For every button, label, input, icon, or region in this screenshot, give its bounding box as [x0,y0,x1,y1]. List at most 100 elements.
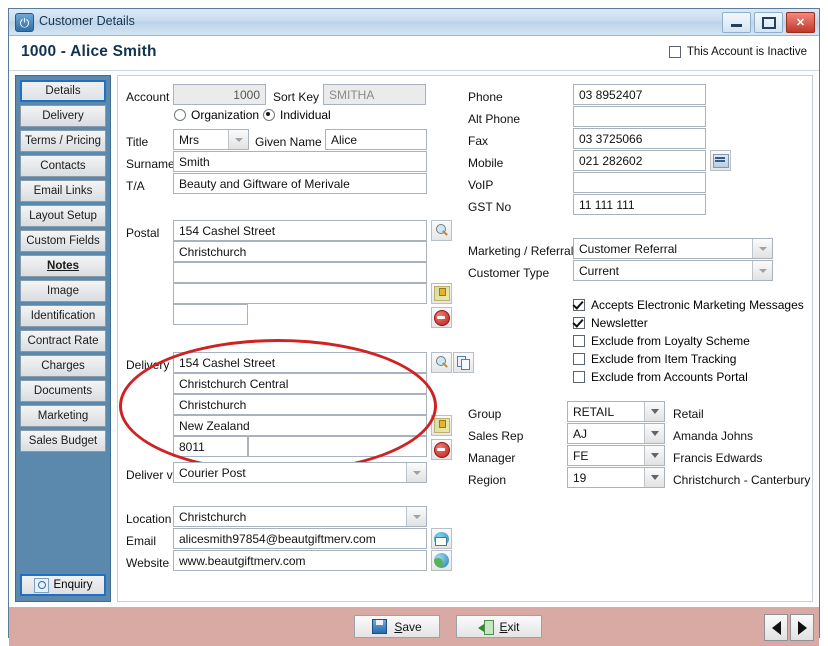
enquiry-button[interactable]: Enquiry [20,574,106,596]
manager-code: FE [573,449,589,463]
surname-label: Surname [126,157,175,171]
sidebar-item-email-links[interactable]: Email Links [20,180,106,202]
accepts-marketing-box[interactable] [573,299,585,311]
location-select[interactable]: Christchurch [173,506,427,527]
entity-type-individual[interactable]: Individual [263,108,331,122]
voip-input[interactable] [573,172,706,193]
delivery-postcode-input[interactable]: 8011 [173,436,248,457]
exclude-item-tracking-box[interactable] [573,353,585,365]
delivery-block-button[interactable] [431,439,452,460]
checkbox-exclude-accounts-portal[interactable]: Exclude from Accounts Portal [573,370,748,384]
manager-description: Francis Edwards [673,451,763,465]
sms-button[interactable] [710,150,731,171]
exit-button[interactable]: Exit [456,615,542,638]
region-select[interactable]: 19 [567,467,665,488]
sidebar-item-documents[interactable]: Documents [20,380,106,402]
delivery-line-1[interactable]: 154 Cashel Street [173,352,427,373]
sidebar-item-contract-rate[interactable]: Contract Rate [20,330,106,352]
postal-line-1[interactable]: 154 Cashel Street [173,220,427,241]
delivery-map-button[interactable] [431,415,452,436]
checkbox-exclude-loyalty[interactable]: Exclude from Loyalty Scheme [573,334,750,348]
chevron-down-icon[interactable] [406,507,426,526]
chevron-down-icon[interactable] [644,424,664,443]
inactive-checkbox-box[interactable] [668,46,681,58]
sidebar-item-notes[interactable]: Notes [20,255,106,277]
chevron-down-icon[interactable] [644,402,664,421]
delivery-line-4[interactable]: New Zealand [173,415,427,436]
delivery-copy-button[interactable] [453,352,474,373]
minimize-button[interactable] [722,12,751,33]
delivery-line-3[interactable]: Christchurch [173,394,427,415]
customer-type-select[interactable]: Current [573,260,773,281]
exclude-loyalty-box[interactable] [573,335,585,347]
sidebar-item-details[interactable]: Details [20,80,106,102]
postal-line-3[interactable] [173,262,427,283]
postal-line-2[interactable]: Christchurch [173,241,427,262]
website-open-button[interactable] [431,550,452,571]
sidebar-item-sales-budget[interactable]: Sales Budget [20,430,106,452]
sidebar-item-marketing[interactable]: Marketing [20,405,106,427]
marketing-referral-select[interactable]: Customer Referral [573,238,773,259]
chevron-down-icon[interactable] [644,446,664,465]
group-select[interactable]: RETAIL [567,401,665,422]
close-button[interactable]: ✕ [786,12,815,33]
checkbox-newsletter[interactable]: Newsletter [573,316,648,330]
fax-input[interactable]: 03 3725066 [573,128,706,149]
window-body: Details Delivery Terms / Pricing Contact… [9,71,819,607]
chevron-down-icon[interactable] [752,239,772,258]
sidebar-item-custom-fields[interactable]: Custom Fields [20,230,106,252]
title-select[interactable]: Mrs [173,129,249,150]
surname-input[interactable]: Smith [173,151,427,172]
sidebar-item-image[interactable]: Image [20,280,106,302]
phone-input[interactable]: 03 8952407 [573,84,706,105]
chevron-down-icon[interactable] [406,463,426,482]
fax-label: Fax [468,134,489,148]
postal-block-button[interactable] [431,307,452,328]
deliver-via-select[interactable]: Courier Post [173,462,427,483]
sidebar-item-charges[interactable]: Charges [20,355,106,377]
chevron-down-icon[interactable] [752,261,772,280]
sidebar-item-identification[interactable]: Identification [20,305,106,327]
deliver-via-value: Courier Post [179,466,246,480]
checkbox-accepts-marketing[interactable]: Accepts Electronic Marketing Messages [573,298,804,312]
checkbox-exclude-item-tracking[interactable]: Exclude from Item Tracking [573,352,736,366]
given-name-input[interactable]: Alice [325,129,427,150]
next-record-button[interactable] [790,614,814,641]
save-button[interactable]: Save [354,615,440,638]
postal-line-4[interactable] [173,283,427,304]
email-input[interactable]: alicesmith97854@beautgiftmerv.com [173,528,427,549]
sidebar-item-terms-pricing[interactable]: Terms / Pricing [20,130,106,152]
alt-phone-input[interactable] [573,106,706,127]
postal-postcode-input[interactable] [173,304,248,325]
sidebar-item-layout-setup[interactable]: Layout Setup [20,205,106,227]
previous-record-button[interactable] [764,614,788,641]
organization-radio[interactable] [174,109,186,121]
manager-select[interactable]: FE [567,445,665,466]
sidebar-item-delivery[interactable]: Delivery [20,105,106,127]
newsletter-box[interactable] [573,317,585,329]
sales-rep-select[interactable]: AJ [567,423,665,444]
inactive-account-label: This Account is Inactive [686,46,807,58]
delivery-line-2[interactable]: Christchurch Central [173,373,427,394]
maximize-button[interactable] [754,12,783,33]
gst-no-input[interactable]: 11 111 111 [573,194,706,215]
exclude-accounts-portal-box[interactable] [573,371,585,383]
chevron-down-icon[interactable] [228,130,248,149]
chevron-down-icon[interactable] [644,468,664,487]
sort-key-input[interactable]: SMITHA [323,84,426,105]
ta-input[interactable]: Beauty and Giftware of Merivale [173,173,427,194]
map-pin-icon [433,418,450,433]
website-input[interactable]: www.beautgiftmerv.com [173,550,427,571]
account-input[interactable]: 1000 [173,84,266,105]
individual-radio[interactable] [263,109,275,121]
sidebar-item-contacts[interactable]: Contacts [20,155,106,177]
record-header: 1000 - Alice Smith This Account is Inact… [9,36,819,71]
mobile-input[interactable]: 021 282602 [573,150,706,171]
entity-type-organization[interactable]: Organization [174,108,259,122]
postal-map-button[interactable] [431,283,452,304]
inactive-account-checkbox[interactable]: This Account is Inactive [668,46,807,58]
given-name-label: Given Name [255,135,322,149]
postal-search-button[interactable] [431,220,452,241]
email-send-button[interactable] [431,528,452,549]
delivery-search-button[interactable] [431,352,452,373]
